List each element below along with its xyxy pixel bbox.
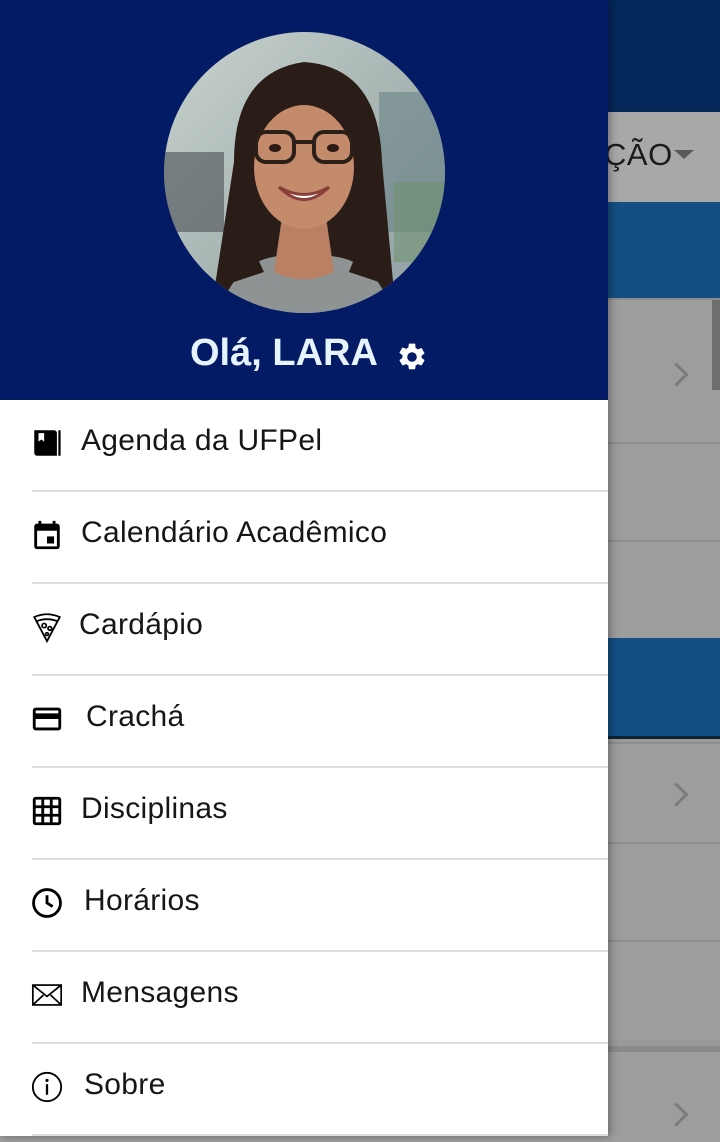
menu-item-label: Cardápio [79,608,204,641]
grid-icon [32,796,62,826]
menu-item-agenda[interactable]: Agenda da UFPel [0,400,608,492]
info-icon [31,1071,63,1103]
credit-card-icon [32,707,62,731]
navigation-drawer: Olá, LARA Agenda da UFPel Calendário Aca… [0,0,608,1136]
pizza-icon [32,613,62,644]
menu-item-label: Sobre [84,1068,166,1101]
avatar[interactable] [164,32,445,313]
menu-item-sobre[interactable]: Sobre [0,1044,608,1136]
menu-item-disciplinas[interactable]: Disciplinas [0,768,608,860]
calendar-icon [34,520,60,550]
menu-item-label: Calendário Acadêmico [81,516,388,549]
menu-item-calendario[interactable]: Calendário Acadêmico [0,492,608,584]
gear-icon[interactable] [396,341,428,373]
profile-photo [164,32,445,313]
menu-item-label: Disciplinas [81,792,228,825]
menu-item-label: Mensagens [81,976,239,1009]
clock-icon [32,888,62,918]
drawer-header: Olá, LARA [0,0,608,400]
drawer-menu: Agenda da UFPel Calendário Acadêmico Car… [0,400,608,1136]
menu-item-label: Crachá [86,700,185,733]
dropdown-label: ÇÃO [604,137,673,172]
menu-item-label: Horários [84,884,200,917]
greeting-text: Olá, LARA [190,332,378,374]
menu-item-cracha[interactable]: Crachá [0,676,608,768]
dropdown-caret-icon [674,150,694,159]
menu-item-mensagens[interactable]: Mensagens [0,952,608,1044]
menu-item-cardapio[interactable]: Cardápio [0,584,608,676]
menu-item-horarios[interactable]: Horários [0,860,608,952]
menu-item-label: Agenda da UFPel [81,424,323,457]
scrollbar[interactable] [712,300,720,390]
book-icon [34,430,61,456]
envelope-icon [31,984,63,1006]
